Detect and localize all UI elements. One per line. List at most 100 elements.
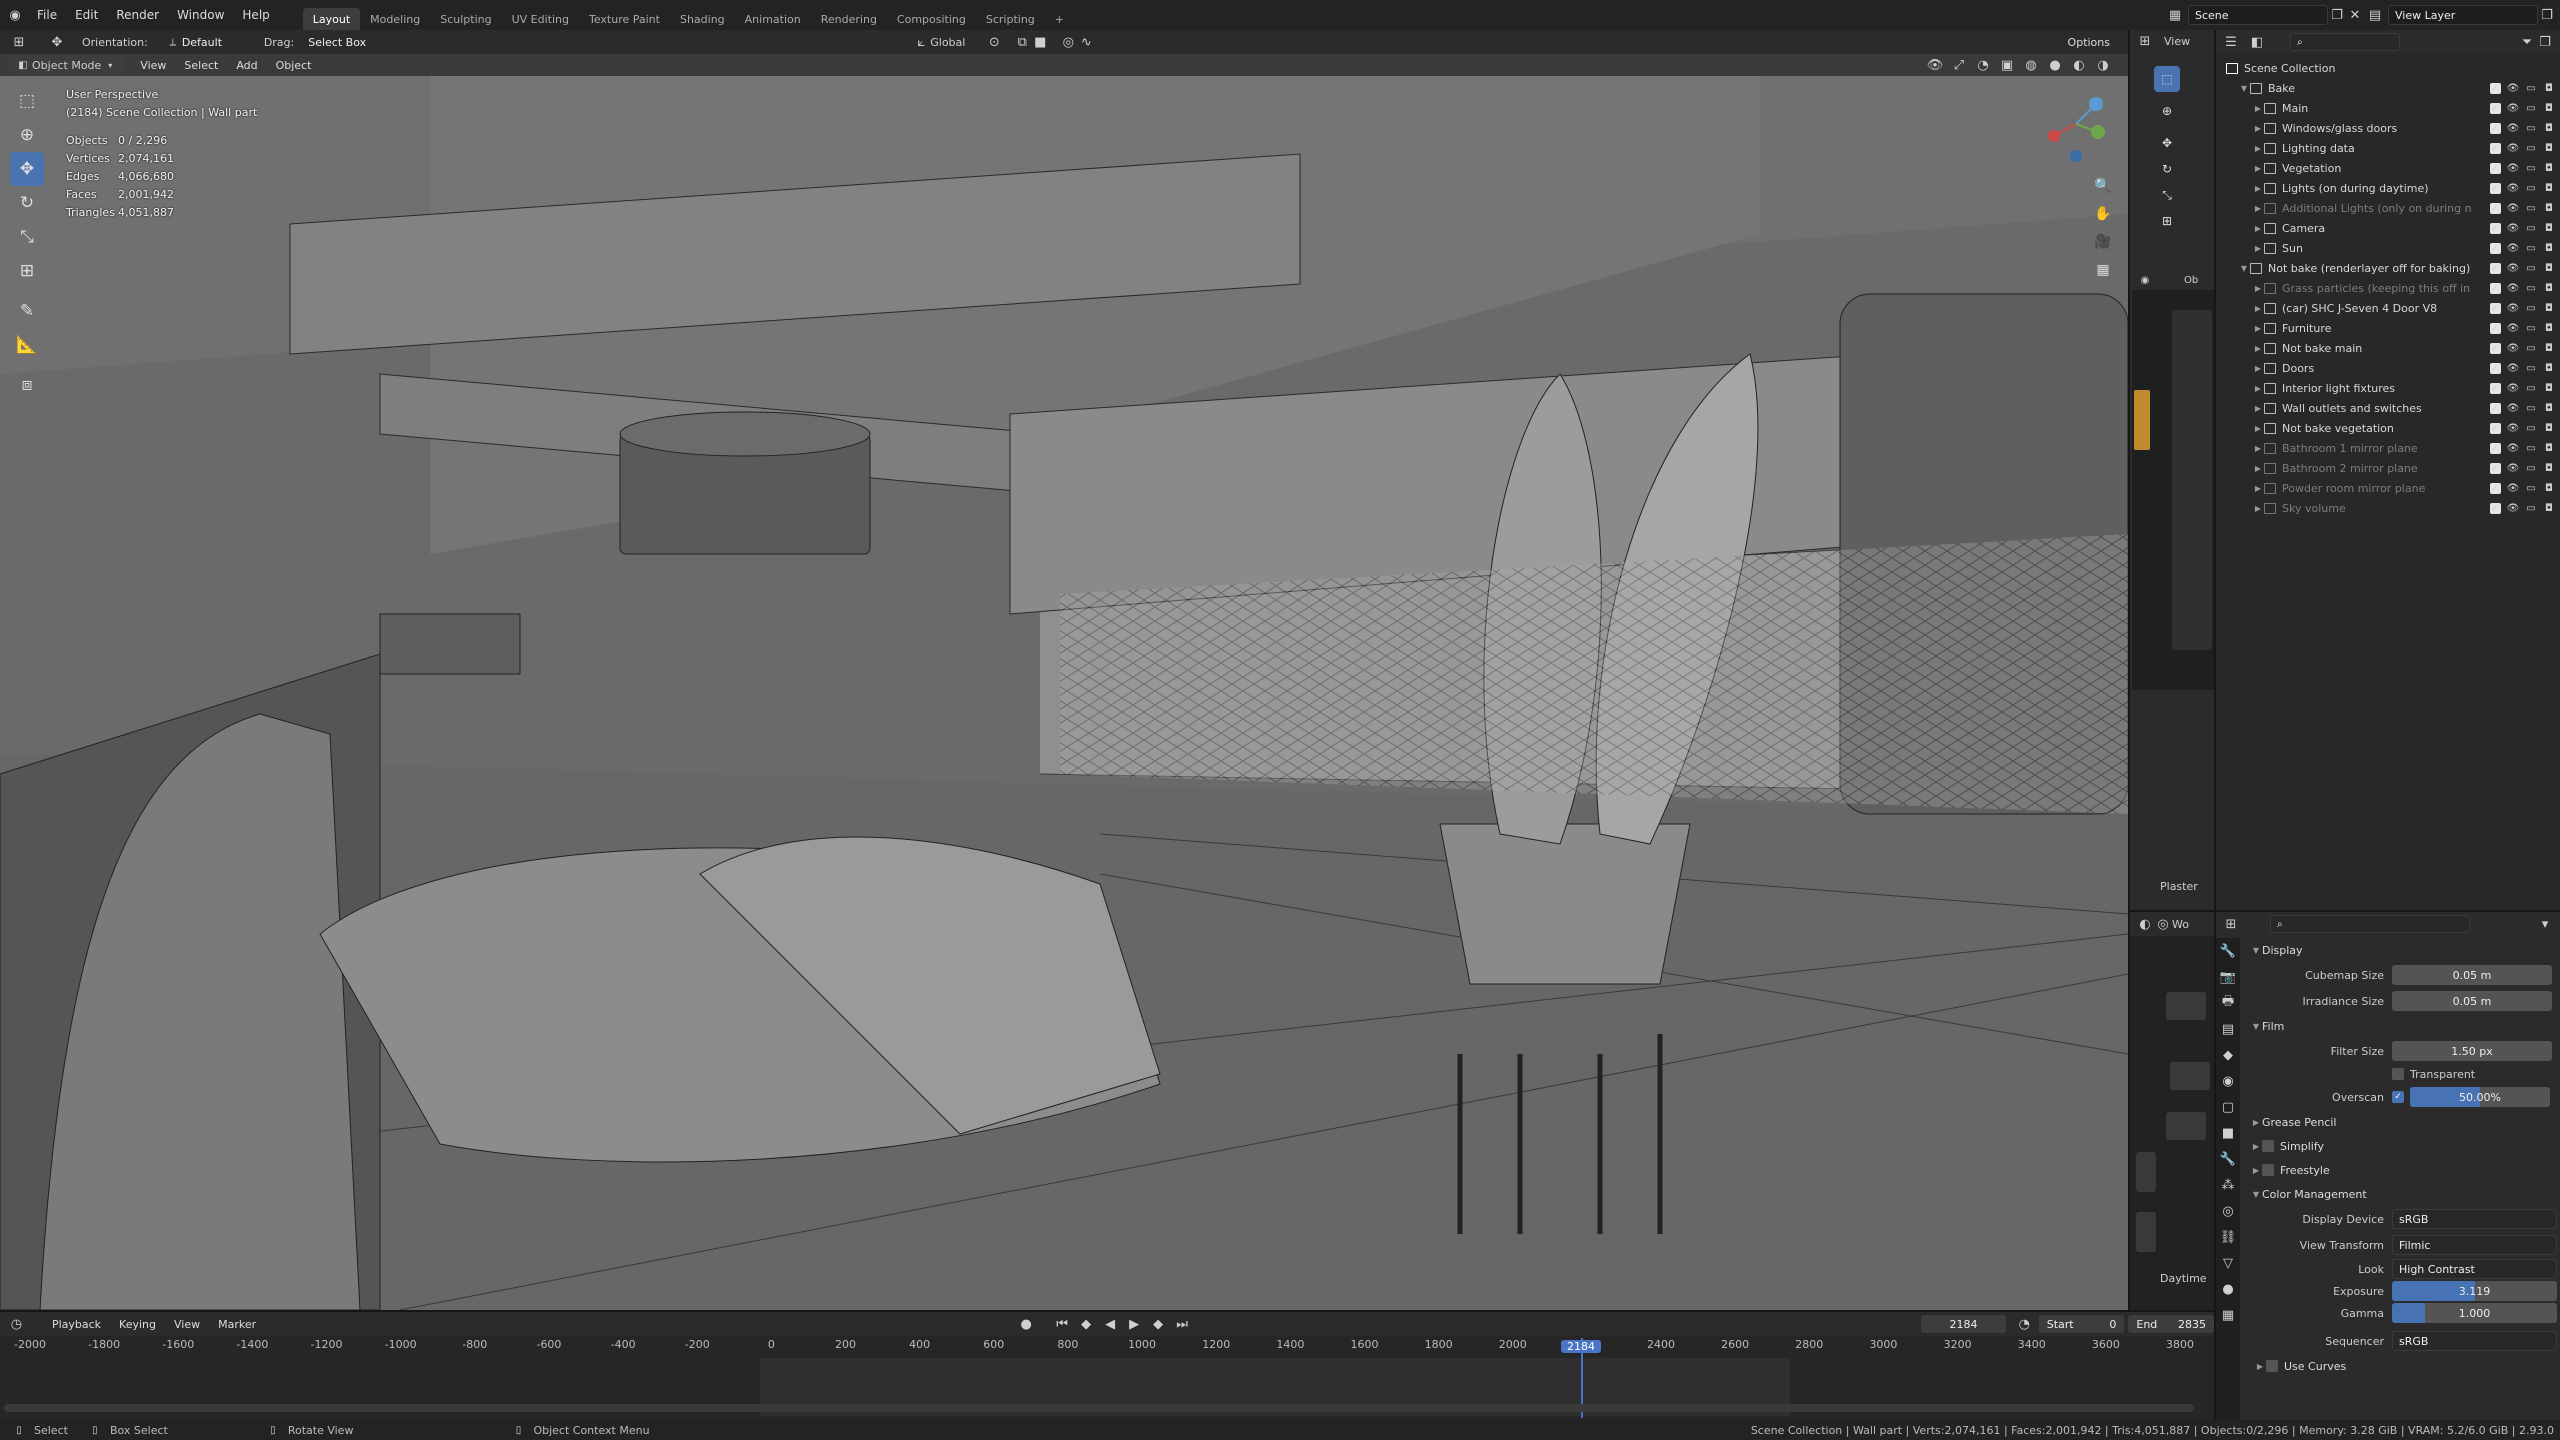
exclude-checkbox-icon[interactable]: ✓ [2488,181,2502,195]
transform-icon[interactable]: ✥ [48,33,66,51]
color-management-section[interactable]: ▼ Color Management [2242,1182,2560,1206]
monitor-icon[interactable]: ▭ [2524,341,2538,355]
eye-icon[interactable]: 👁 [2506,201,2520,215]
eye-icon[interactable]: 👁 [2506,341,2520,355]
properties-type-icon[interactable]: ⊞ [2222,915,2240,933]
monitor-icon[interactable]: ▭ [2524,441,2538,455]
add-cube-tool-icon[interactable]: ⧈ [10,368,44,402]
film-section[interactable]: ▼ Film [2242,1014,2560,1038]
rendered-shading-icon[interactable]: ◑ [2094,56,2112,74]
collapse-arrow-icon[interactable]: ▶ [2252,404,2264,413]
outliner-row[interactable]: ▶ Grass particles (keeping this off in ✓ 👁 ▭… [2216,278,2560,298]
eye-icon[interactable]: 👁 [2506,261,2520,275]
eye-icon[interactable]: 👁 [2506,361,2520,375]
transform-tool-icon[interactable]: ⊞ [10,254,44,288]
monitor-icon[interactable]: ▭ [2524,101,2538,115]
monitor-icon[interactable]: ▭ [2524,301,2538,315]
eye-icon[interactable]: 👁 [2506,461,2520,475]
outliner-row[interactable]: ▼ Not bake (renderlayer off for baking) ✓ 👁… [2216,258,2560,278]
node-cursor-icon[interactable]: ⊕ [2154,98,2180,124]
editor-type-icon[interactable]: ⊞ [10,33,28,51]
collapse-arrow-icon[interactable]: ▶ [2252,224,2264,233]
viewport-menu-view[interactable]: View [131,54,175,77]
menu-window[interactable]: Window [168,3,233,27]
menu-render[interactable]: Render [107,3,168,27]
tab-uv-editing[interactable]: UV Editing [502,8,579,30]
transform-orientation[interactable]: ⟀ Global [912,33,965,51]
exclude-checkbox-icon[interactable]: ✓ [2488,241,2502,255]
render-camera-icon[interactable]: ◘ [2542,161,2556,175]
sequencer-dropdown[interactable]: sRGB [2392,1331,2557,1351]
outliner-row[interactable]: ▼ Bake ✓ 👁 ▭ ◘ [2216,78,2560,98]
render-camera-icon[interactable]: ◘ [2542,221,2556,235]
ortho-grid-icon[interactable]: ▦ [2090,256,2116,284]
outliner-row[interactable]: ▶ Additional Lights (only on during n ✓ 👁 ▭ ◘ [2216,198,2560,218]
collapse-arrow-icon[interactable]: ▶ [2252,384,2264,393]
scale-tool-icon[interactable]: ⤡ [10,220,44,254]
render-camera-icon[interactable]: ◘ [2542,281,2556,295]
irradiance-field[interactable]: 0.05 m [2392,991,2552,1011]
collapse-arrow-icon[interactable]: ▶ [2252,244,2264,253]
material-tab-icon[interactable]: ● [2219,1280,2237,1298]
view-transform-dropdown[interactable]: Filmic [2392,1235,2557,1255]
render-camera-icon[interactable]: ◘ [2542,401,2556,415]
tool-tab-icon[interactable]: 🔧 [2219,942,2237,960]
freestyle-checkbox[interactable] [2262,1164,2274,1176]
tab-modeling[interactable]: Modeling [360,8,430,30]
view-layer-tab-icon[interactable]: ▤ [2219,1020,2237,1038]
particles-tab-icon[interactable]: ⁂ [2219,1176,2237,1194]
eye-icon[interactable]: 👁 [2506,281,2520,295]
tab-layout[interactable]: Layout [302,8,361,30]
monitor-icon[interactable]: ▭ [2524,321,2538,335]
eye-icon[interactable]: 👁 [2506,141,2520,155]
simplify-section[interactable]: ▶ Simplify [2242,1134,2560,1158]
viewport-menu-select[interactable]: Select [175,54,227,77]
jump-end-icon[interactable]: ⏭ [1173,1315,1191,1333]
mode-dropdown[interactable]: ◧ Object Mode ▾ [8,56,126,74]
falloff-icon[interactable]: ∿ [1077,33,1095,51]
collapse-arrow-icon[interactable]: ▶ [2252,144,2264,153]
outliner-row[interactable]: ▶ Bathroom 1 mirror plane ✓ 👁 ▭ ◘ [2216,438,2560,458]
properties-search[interactable]: ⌕ [2270,915,2470,933]
render-camera-icon[interactable]: ◘ [2542,361,2556,375]
monitor-icon[interactable]: ▭ [2524,281,2538,295]
material-shading-icon[interactable]: ◐ [2070,56,2088,74]
render-camera-icon[interactable]: ◘ [2542,201,2556,215]
outliner-row[interactable]: ▶ Doors ✓ 👁 ▭ ◘ [2216,358,2560,378]
viewport-menu-object[interactable]: Object [267,54,321,77]
proportional-edit-icon[interactable]: ◎ [1059,33,1077,51]
collapse-arrow-icon[interactable]: ▶ [2252,204,2264,213]
outliner-row[interactable]: ▶ Not bake vegetation ✓ 👁 ▭ ◘ [2216,418,2560,438]
tab-animation[interactable]: Animation [735,8,811,30]
outliner-row[interactable]: ▶ (car) SHC J-Seven 4 Door V8 ✓ 👁 ▭ ◘ [2216,298,2560,318]
collapse-arrow-icon[interactable]: ▶ [2252,344,2264,353]
node-select-icon[interactable]: ⬚ [2154,66,2180,92]
texture-tab-icon[interactable]: ▦ [2219,1306,2237,1324]
exclude-checkbox-icon[interactable]: ✓ [2488,281,2502,295]
simplify-checkbox[interactable] [2262,1140,2274,1152]
outliner-row[interactable]: ▶ Not bake main ✓ 👁 ▭ ◘ [2216,338,2560,358]
drag-dropdown[interactable]: Select Box [302,32,393,52]
timeline-menu-marker[interactable]: Marker [209,1312,265,1336]
prev-keyframe-icon[interactable]: ◆ [1077,1315,1095,1333]
outliner-row[interactable]: ▶ Windows/glass doors ✓ 👁 ▭ ◘ [2216,118,2560,138]
select-tool-icon[interactable]: ⬚ [10,84,44,118]
render-camera-icon[interactable]: ◘ [2542,481,2556,495]
eye-icon[interactable]: 👁 [2506,421,2520,435]
collapse-arrow-icon[interactable]: ▶ [2252,164,2264,173]
eye-icon[interactable]: 👁 [2506,241,2520,255]
view-layer-field[interactable]: View Layer [2388,5,2538,25]
exclude-checkbox-icon[interactable]: ✓ [2488,101,2502,115]
monitor-icon[interactable]: ▭ [2524,181,2538,195]
node-canvas[interactable]: ◉ Ob [2132,270,2214,690]
outliner-row[interactable]: ▶ Lights (on during daytime) ✓ 👁 ▭ ◘ [2216,178,2560,198]
exclude-checkbox-icon[interactable]: ✓ [2488,501,2502,515]
world-node-3[interactable] [2166,1112,2206,1140]
collapse-arrow-icon[interactable]: ▶ [2252,284,2264,293]
measure-tool-icon[interactable]: 📐 [10,328,44,362]
start-frame-field[interactable]: Start 0 [2038,1315,2125,1333]
collapse-arrow-icon[interactable]: ▶ [2252,184,2264,193]
exclude-checkbox-icon[interactable]: ✓ [2488,381,2502,395]
render-camera-icon[interactable]: ◘ [2542,501,2556,515]
exclude-checkbox-icon[interactable]: ✓ [2488,201,2502,215]
